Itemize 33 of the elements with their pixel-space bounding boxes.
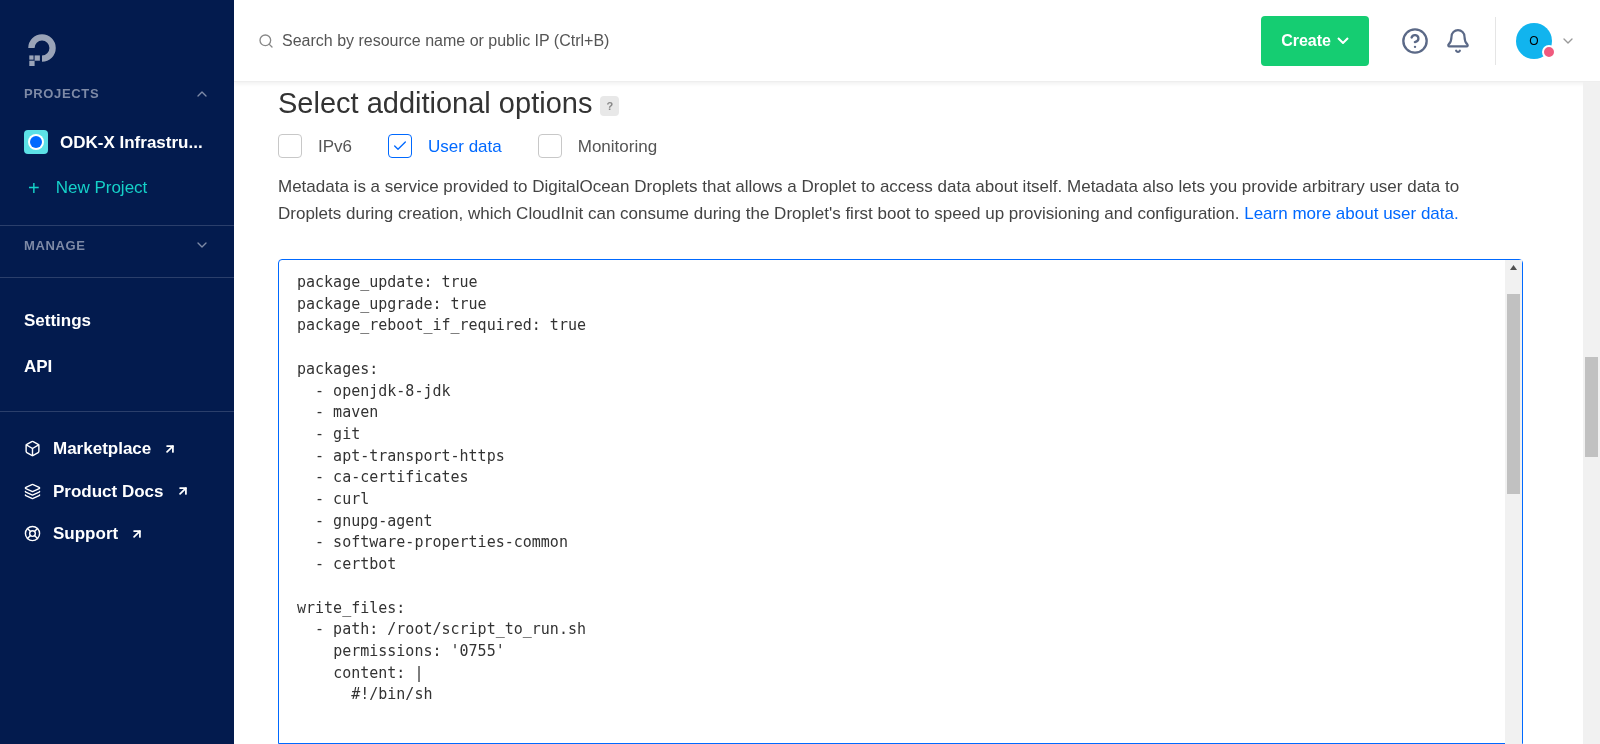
notification-icon[interactable] — [1445, 27, 1471, 54]
checkbox[interactable] — [388, 134, 413, 159]
external-link[interactable]: Marketplace — [53, 436, 152, 462]
new-project-link[interactable]: New Project — [55, 175, 148, 201]
scroll-up-arrow-icon — [1510, 265, 1517, 270]
layers-icon — [24, 482, 41, 500]
project-icon — [24, 130, 48, 155]
project-link[interactable]: ODK-X Infrastru... — [60, 129, 203, 155]
checkbox-label: IPv6 — [318, 135, 353, 158]
checkbox-label: Monitoring — [577, 135, 658, 158]
checkbox-label: User data — [428, 135, 502, 158]
section-title: PROJECTS — [24, 85, 100, 103]
caret-icon — [1337, 37, 1349, 44]
learn-more-link[interactable]: Learn more about user data. — [1244, 204, 1459, 223]
search-icon — [258, 32, 274, 49]
page-scrollbar[interactable] — [1583, 82, 1600, 744]
section-title: MANAGE — [24, 236, 86, 255]
cube-icon — [24, 440, 41, 458]
search-field[interactable]: Search by resource name or public IP (Ctrl+B) — [282, 28, 1262, 53]
external-link[interactable]: Support — [53, 521, 119, 547]
checkbox[interactable] — [278, 134, 302, 159]
description-text: Metadata is a service provided to DigitalOcean Droplets that allows a Droplet to access data about itself. Metadata also lets you provide arbitrary user data to Droplets during creation, which CloudInit can consume during the Droplet's first boot to speed up provisioning and configuration. Learn more about user data. — [278, 176, 1461, 225]
plus-icon: + — [24, 177, 40, 198]
nav-link[interactable]: Settings — [24, 308, 210, 334]
scrollbar[interactable] — [1505, 260, 1522, 744]
nav-link[interactable]: API — [24, 353, 210, 379]
external-link[interactable]: Product Docs — [53, 478, 164, 504]
section-heading: Select additional options — [278, 86, 593, 121]
help-icon[interactable] — [1401, 26, 1429, 55]
avatar[interactable]: O — [1516, 22, 1552, 59]
checkbox[interactable] — [537, 134, 562, 159]
lifebuoy-icon — [24, 525, 41, 543]
user-data-field[interactable]: package_update: true package_upgrade: true package_reboot_if_required: true packages: - openjdk-8-jdk - maven - git - apt-transport-https - ca-certificates - curl - gnupg-agent - software-properties-common - certbot write_files: - path: /root/script_to_run.sh permissions: '0755' content: | #!/bin/sh — [278, 259, 1523, 744]
